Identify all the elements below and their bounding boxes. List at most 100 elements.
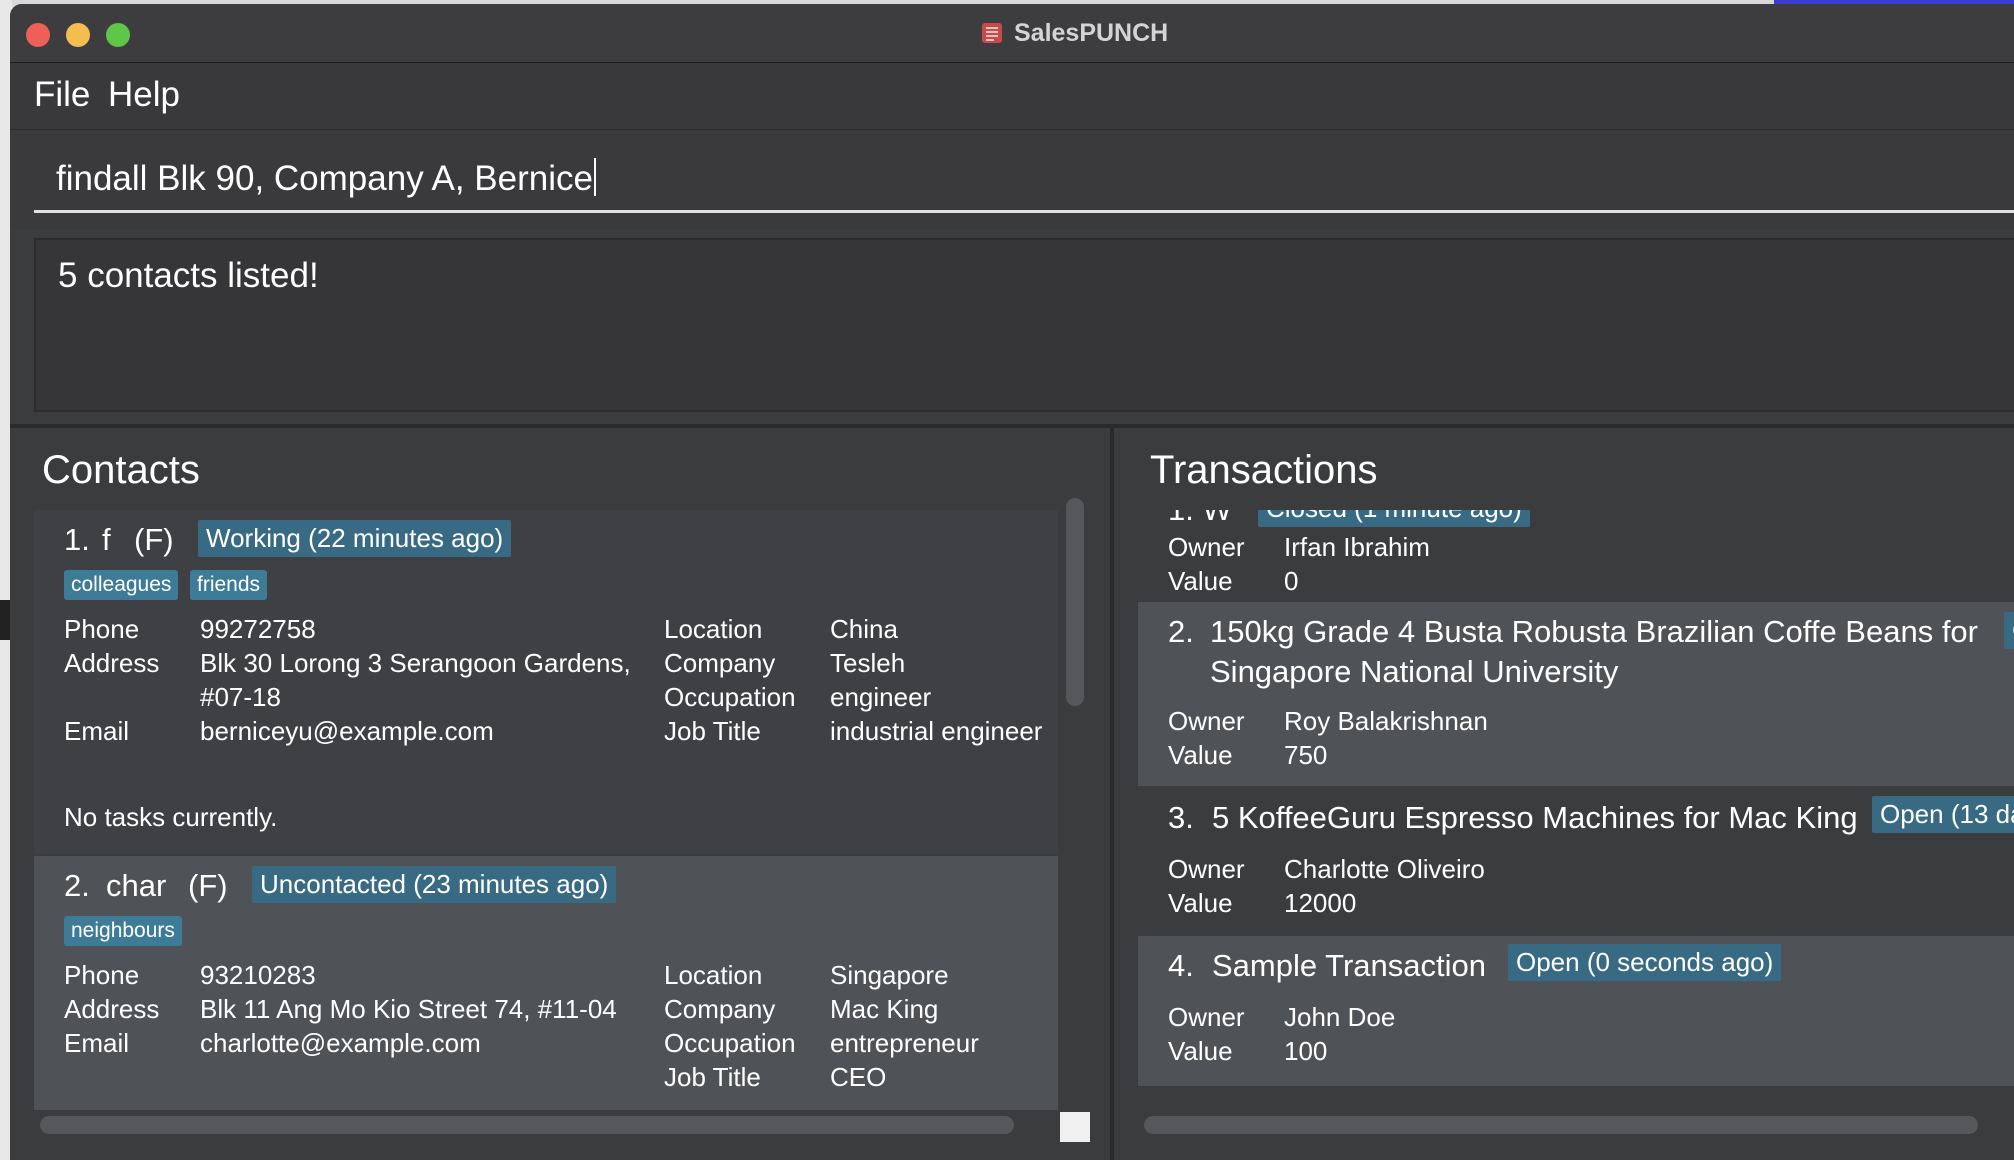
location-label: Location [664,614,763,644]
contact-status-badge: Uncontacted (23 minutes ago) [252,866,617,903]
transaction-status-badge: Open (0 seconds ago) [1508,944,1782,981]
app-window: SalesPUNCH File Help findall Blk 90, Com… [10,4,2014,1160]
owner-value: John Doe [1284,1002,1396,1032]
value-value: 12000 [1284,888,1357,918]
transaction-title-line2: Singapore National University [1210,654,1619,689]
result-display: 5 contacts listed! [34,238,2014,412]
job-title-label: Job Title [664,1062,761,1092]
email-label: Email [64,716,130,746]
transactions-list[interactable]: 1. W Closed (1 minute ago) Owner Irfan I… [1114,510,2014,1110]
scrollbar-corner [1060,1112,1090,1142]
contact-card[interactable]: 2. char (F) Uncontacted (23 minutes ago)… [34,856,1058,1110]
transactions-horizontal-scrollbar[interactable] [1144,1116,1978,1134]
transactions-panel: Transactions 1. W Closed (1 minute ago) … [1114,428,2014,1160]
location-value: China [830,614,898,644]
command-input-text[interactable]: findall Blk 90, Company A, Bernice [56,158,596,199]
transaction-status-badge: Closed (1 minute ago) [1258,510,1530,527]
value-label: Value [1168,1036,1233,1066]
job-title-value: industrial engineer [830,716,1043,746]
contacts-panel: Contacts 1. f (F) Working (22 minutes ag… [10,428,1110,1160]
owner-value: Irfan Ibrahim [1284,532,1430,562]
value-value: 100 [1284,1036,1328,1066]
transaction-index: 4. [1168,948,1194,983]
maximize-window-button[interactable] [106,23,130,47]
occupation-value: entrepreneur [830,1028,979,1058]
window-title: SalesPUNCH [1014,18,1169,47]
owner-label: Owner [1168,532,1245,562]
contacts-horizontal-scrollbar[interactable] [40,1116,1014,1134]
transaction-index: 3. [1168,800,1194,835]
transaction-title-line1: Sample Transaction [1212,948,1486,983]
contact-status-badge: Working (22 minutes ago) [198,520,512,557]
owner-value: Charlotte Oliveiro [1284,854,1485,884]
contact-name: char [106,868,167,903]
phone-value: 93210283 [200,960,316,990]
address-label: Address [64,994,160,1024]
transaction-title-line1: 5 KoffeeGuru Espresso Machines for Mac K… [1212,800,1858,835]
transaction-card[interactable]: 2. 150kg Grade 4 Busta Robusta Brazilian… [1138,602,2014,786]
address-value-line2: #07-18 [200,682,281,712]
occupation-label: Occupation [664,1028,796,1058]
job-title-label: Job Title [664,716,761,746]
email-label: Email [64,1028,130,1058]
phone-label: Phone [64,614,140,644]
phone-value: 99272758 [200,614,316,644]
contacts-list[interactable]: 1. f (F) Working (22 minutes ago) collea… [34,510,1058,1110]
result-message: 5 contacts listed! [58,256,319,295]
address-value-line1: Blk 30 Lorong 3 Serangoon Gardens, [200,648,631,678]
salespunch-logo-icon [980,21,1004,45]
contact-card[interactable]: 1. f (F) Working (22 minutes ago) collea… [34,510,1058,854]
company-value: Mac King [830,994,939,1024]
transaction-heading: 1. W [1168,510,1232,530]
address-label: Address [64,648,160,678]
contact-tag: neighbours [64,916,182,946]
command-area: findall Blk 90, Company A, Bernice [10,130,2014,230]
contact-name: f [102,522,111,557]
occupation-label: Occupation [664,682,796,712]
email-value: charlotte@example.com [200,1028,481,1058]
text-caret [593,158,596,196]
contacts-title: Contacts [42,448,200,492]
contacts-vertical-scrollbar[interactable] [1066,498,1084,1080]
contact-tag: friends [190,570,268,600]
menu-help[interactable]: Help [108,75,180,115]
location-value: Singapore [830,960,949,990]
contact-index: 2. [64,868,90,903]
menu-bar: File Help [10,63,2014,130]
owner-label: Owner [1168,1002,1245,1032]
job-title-value: CEO [830,1062,887,1092]
close-window-button[interactable] [26,23,50,47]
occupation-value: engineer [830,682,932,712]
transaction-index: 2. [1168,614,1194,649]
contact-gender: (F) [134,522,174,557]
transaction-status-badge: C [2004,612,2014,649]
transaction-card[interactable]: 4. Sample Transaction Open (0 seconds ag… [1138,936,2014,1086]
location-label: Location [664,960,763,990]
contact-tag: colleagues [64,570,179,600]
contact-gender: (F) [188,868,228,903]
owner-label: Owner [1168,854,1245,884]
email-value: berniceyu@example.com [200,716,494,746]
owner-value: Roy Balakrishnan [1284,706,1488,736]
value-label: Value [1168,888,1233,918]
menu-file[interactable]: File [34,75,90,115]
transaction-card[interactable]: 1. W Closed (1 minute ago) Owner Irfan I… [1138,510,2014,600]
company-label: Company [664,994,776,1024]
contact-index: 1. [64,522,90,557]
value-value: 0 [1284,566,1299,596]
value-label: Value [1168,740,1233,770]
minimize-window-button[interactable] [66,23,90,47]
company-value: Tesleh [830,648,906,678]
transactions-title: Transactions [1150,448,1378,492]
owner-label: Owner [1168,706,1245,736]
transaction-card[interactable]: 3. 5 KoffeeGuru Espresso Machines for Ma… [1138,788,2014,934]
tasks-text: No tasks currently. [64,802,278,832]
contacts-vertical-scroll-thumb[interactable] [1066,498,1084,706]
transaction-status-badge: Open (13 days [1872,796,2014,833]
company-label: Company [664,648,776,678]
command-input[interactable]: findall Blk 90, Company A, Bernice [34,144,2014,213]
value-value: 750 [1284,740,1328,770]
phone-label: Phone [64,960,140,990]
address-value-line1: Blk 11 Ang Mo Kio Street 74, #11-04 [200,994,617,1024]
title-bar: SalesPUNCH [10,4,2014,63]
